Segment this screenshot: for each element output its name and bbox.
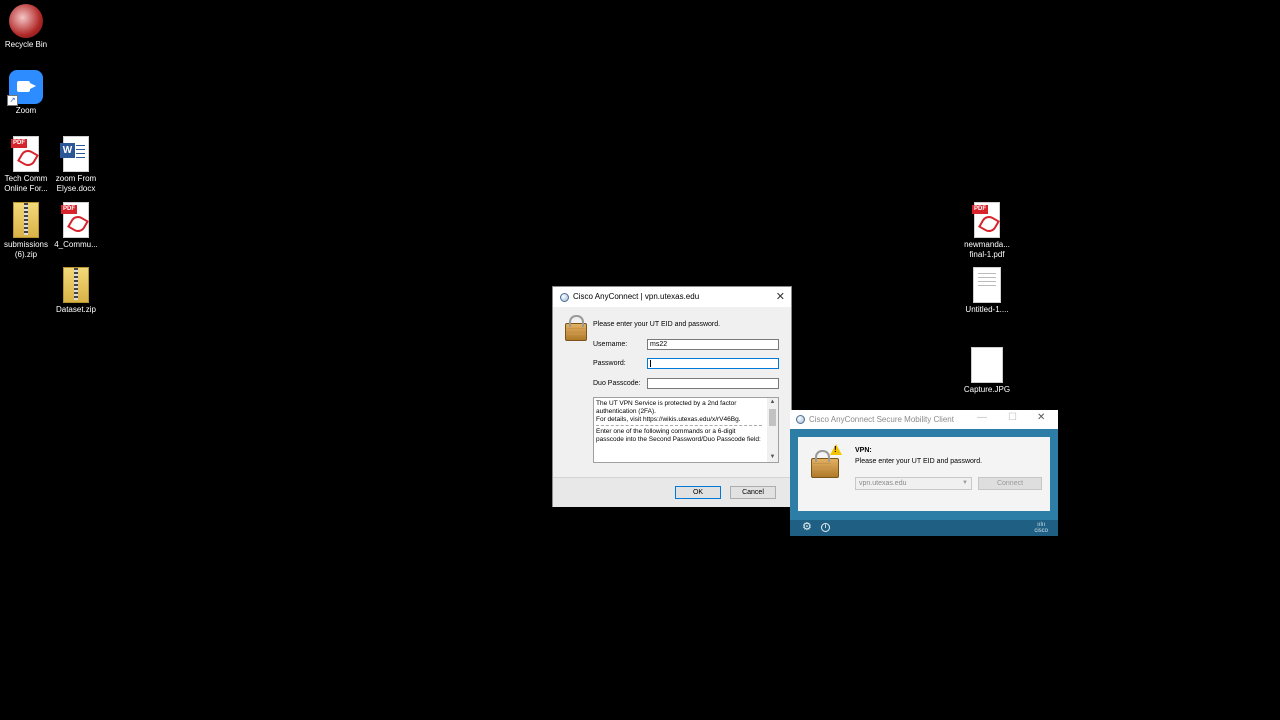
duo-passcode-label: Duo Passcode:: [593, 380, 641, 387]
desktop-icon-label: zoom From Elyse.docx: [55, 174, 97, 193]
desktop-icon-zoom[interactable]: ↗ Zoom: [0, 70, 52, 116]
gear-icon[interactable]: ⚙: [802, 520, 812, 533]
minimize-icon[interactable]: —: [977, 412, 987, 423]
info-textbox[interactable]: The UT VPN Service is protected by a 2nd…: [593, 397, 779, 463]
info-line: For details, visit https://wikis.utexas.…: [596, 416, 741, 423]
cisco-globe-icon: [796, 415, 805, 424]
desktop-icon-capture-jpg[interactable]: Capture.JPG: [961, 333, 1013, 395]
lock-icon: [811, 450, 839, 478]
username-value: ms22: [650, 341, 668, 348]
desktop-icon-recycle-bin[interactable]: Recycle Bin: [0, 4, 52, 50]
desktop-icon-label: Recycle Bin: [4, 40, 48, 49]
desktop-icon-label: Zoom: [15, 106, 37, 115]
lock-icon: [565, 315, 587, 341]
anyconnect-login-dialog: Cisco AnyConnect | vpn.utexas.edu ✕ Plea…: [552, 286, 792, 507]
desktop-icon-label: Dataset.zip: [55, 305, 97, 314]
close-icon[interactable]: ✕: [1037, 412, 1045, 423]
vpn-label: VPN:: [855, 447, 872, 454]
vpn-server-select[interactable]: vpn.utexas.edu ▼: [855, 477, 972, 490]
dialog-button-bar: OK Cancel: [553, 477, 791, 507]
duo-passcode-field[interactable]: [647, 378, 779, 389]
desktop-icon-label: submissions (6).zip: [3, 240, 48, 259]
scroll-up-icon[interactable]: ▲: [767, 398, 778, 407]
cisco-logo-text: cisco: [1034, 528, 1048, 534]
scroll-down-icon[interactable]: ▼: [767, 453, 778, 462]
zip-folder-icon: [13, 202, 39, 238]
password-field[interactable]: [647, 358, 779, 369]
desktop-icon-label: Untitled-1....: [965, 305, 1009, 314]
client-footer: ⚙ i ıılıı cisco: [790, 520, 1058, 536]
dialog-title: Cisco AnyConnect | vpn.utexas.edu: [573, 292, 700, 301]
warning-mark: !: [834, 445, 837, 454]
scroll-thumb[interactable]: [769, 409, 776, 426]
vpn-panel: ! VPN: Please enter your UT EID and pass…: [798, 437, 1050, 511]
desktop-icon-label: newmanda... final-1.pdf: [964, 240, 1010, 259]
vpn-server-value: vpn.utexas.edu: [859, 480, 907, 487]
info-icon[interactable]: i: [821, 523, 830, 532]
info-line: The UT VPN Service is protected by a 2nd…: [596, 400, 737, 415]
shortcut-arrow-icon: ↗: [7, 95, 18, 106]
desktop-icon-label: Tech Comm Online For...: [4, 174, 48, 193]
separator: [596, 425, 762, 426]
login-prompt: Please enter your UT EID and password.: [593, 321, 721, 328]
username-label: Username:: [593, 341, 628, 348]
cisco-globe-icon: [560, 293, 569, 302]
close-icon[interactable]: ✕: [776, 290, 785, 303]
desktop-icon-tech-comm-pdf[interactable]: PDF Tech Comm Online For...: [0, 136, 52, 194]
chevron-down-icon: ▼: [962, 480, 968, 486]
ok-button[interactable]: OK: [675, 486, 721, 499]
desktop-icon-label: 4_Commu...: [54, 240, 98, 249]
pdf-file-icon: PDF: [972, 202, 1000, 238]
zip-folder-icon: [63, 267, 89, 303]
text-caret: [650, 359, 651, 367]
pdf-file-icon: PDF: [61, 202, 89, 238]
word-file-icon: W: [60, 136, 89, 172]
maximize-icon[interactable]: ☐: [1008, 412, 1017, 423]
cisco-logo: ıılıı cisco: [1034, 522, 1048, 534]
desktop-icon-label: Capture.JPG: [963, 385, 1011, 394]
desktop-icon-zoom-from-elyse-docx[interactable]: W zoom From Elyse.docx: [50, 136, 102, 194]
recycle-bin-icon: [9, 4, 43, 38]
username-field[interactable]: ms22: [647, 339, 779, 350]
anyconnect-client-window: Cisco AnyConnect Secure Mobility Client …: [790, 410, 1058, 536]
zoom-app-icon: ↗: [7, 70, 43, 106]
desktop-icon-untitled[interactable]: Untitled-1....: [961, 267, 1013, 315]
desktop-icon-newmanda-pdf[interactable]: PDF newmanda... final-1.pdf: [961, 202, 1013, 260]
document-file-icon: [973, 267, 1001, 303]
image-file-icon: [971, 347, 1003, 383]
desktop-icon-4-commu-pdf[interactable]: PDF 4_Commu...: [50, 202, 102, 250]
info-line: Enter one of the following commands or a…: [596, 428, 761, 443]
cancel-button[interactable]: Cancel: [730, 486, 776, 499]
desktop-icon-dataset-zip[interactable]: Dataset.zip: [50, 267, 102, 315]
desktop-icon-submissions-zip[interactable]: submissions (6).zip: [0, 202, 52, 260]
pdf-file-icon: PDF: [11, 136, 39, 172]
client-title-bar[interactable]: Cisco AnyConnect Secure Mobility Client …: [790, 410, 1058, 429]
password-label: Password:: [593, 360, 626, 367]
client-title: Cisco AnyConnect Secure Mobility Client: [809, 415, 954, 424]
vpn-message: Please enter your UT EID and password.: [855, 458, 983, 465]
dialog-title-bar[interactable]: Cisco AnyConnect | vpn.utexas.edu ✕: [553, 287, 791, 307]
info-text: The UT VPN Service is protected by a 2nd…: [596, 400, 762, 444]
connect-button[interactable]: Connect: [978, 477, 1042, 490]
info-scrollbar[interactable]: ▲ ▼: [767, 398, 778, 462]
